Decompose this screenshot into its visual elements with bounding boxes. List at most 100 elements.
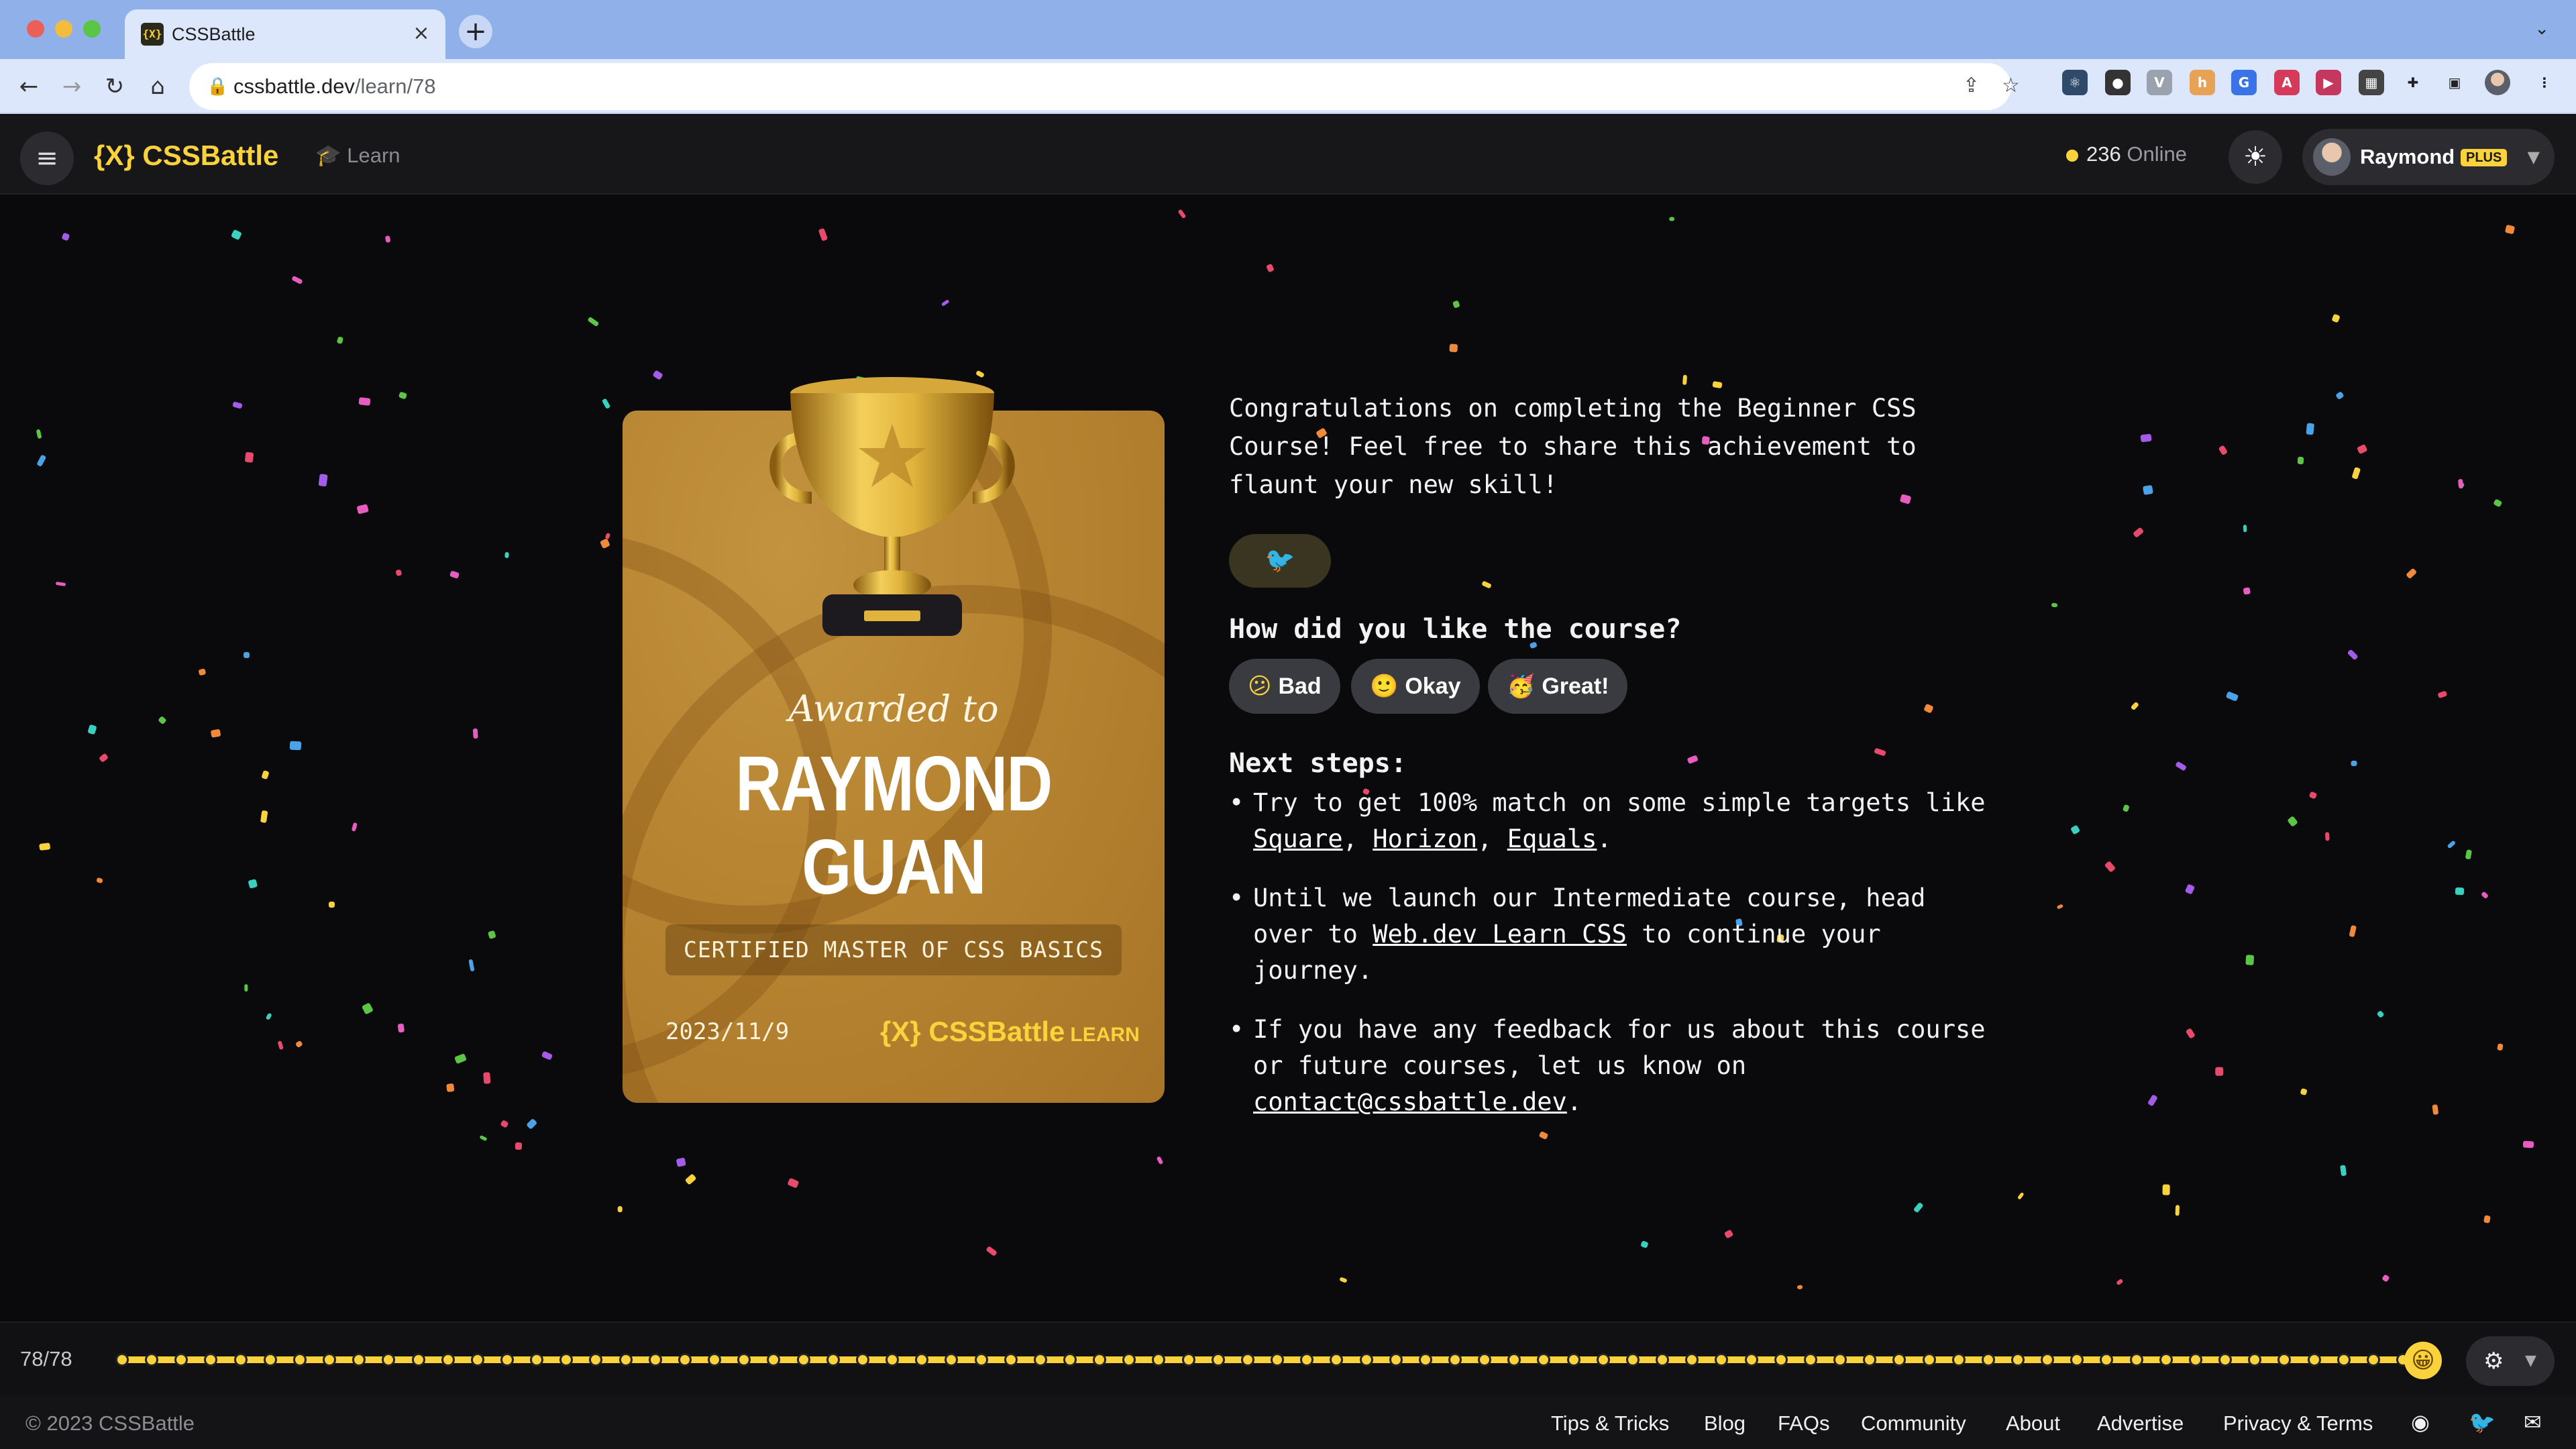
progress-step-dot[interactable]	[796, 1353, 810, 1366]
progress-step-dot[interactable]	[1803, 1353, 1817, 1366]
progress-step-dot[interactable]	[530, 1353, 544, 1366]
extension-player-icon[interactable]: ▶	[2316, 70, 2341, 95]
footer-link-faqs[interactable]: FAQs	[1778, 1410, 1830, 1437]
progress-step-dot[interactable]	[145, 1353, 159, 1366]
progress-step-dot[interactable]	[678, 1353, 692, 1366]
progress-step-dot[interactable]	[1566, 1353, 1580, 1366]
progress-step-dot[interactable]	[2366, 1353, 2380, 1366]
reload-icon[interactable]: ↻	[98, 70, 131, 103]
progress-step-dot[interactable]	[2277, 1353, 2292, 1366]
extension-pdf-icon[interactable]: A	[2274, 70, 2300, 95]
tab-close-icon[interactable]: ×	[409, 21, 433, 46]
progress-step-dot[interactable]	[1478, 1353, 1492, 1366]
link-horizon[interactable]: Horizon	[1373, 824, 1477, 853]
menu-icon[interactable]: ≡	[20, 131, 74, 185]
progress-step-dot[interactable]	[1625, 1353, 1640, 1366]
twitter-share-button[interactable]: 🐦	[1229, 534, 1331, 588]
footer-link-advertise[interactable]: Advertise	[2097, 1410, 2184, 1437]
link-web-dev-learn-css[interactable]: Web.dev Learn CSS	[1373, 920, 1627, 949]
extensions-puzzle-icon[interactable]: ✚	[2400, 70, 2426, 95]
progress-step-dot[interactable]	[1240, 1353, 1254, 1366]
new-tab-button[interactable]: +	[459, 15, 492, 48]
progress-step-dot[interactable]	[708, 1353, 722, 1366]
progress-step-dot[interactable]	[1359, 1353, 1373, 1366]
progress-step-dot[interactable]	[648, 1353, 662, 1366]
progress-step-dot[interactable]	[2218, 1353, 2233, 1366]
progress-step-dot[interactable]	[1418, 1353, 1432, 1366]
progress-step-dot[interactable]	[1300, 1353, 1314, 1366]
share-icon[interactable]: ⇪	[1963, 74, 1980, 98]
progress-step-dot[interactable]	[1951, 1353, 1966, 1366]
browser-tab[interactable]: {X} CSSBattle ×	[125, 9, 445, 59]
browser-menu-icon[interactable]: ⋮	[2532, 70, 2557, 95]
sun-icon[interactable]: ☀	[2229, 130, 2282, 184]
extension-grid-icon[interactable]: ▦	[2359, 70, 2384, 95]
window-close-button[interactable]	[27, 20, 44, 38]
progress-step-dot[interactable]	[1981, 1353, 1995, 1366]
progress-step-dot[interactable]	[470, 1353, 484, 1366]
footer-link-about[interactable]: About	[2006, 1410, 2060, 1437]
window-minimize-button[interactable]	[55, 20, 72, 38]
progress-step-dot[interactable]	[2129, 1353, 2143, 1366]
extension-honey-icon[interactable]: h	[2190, 70, 2215, 95]
extension-vue-icon[interactable]: V	[2147, 70, 2172, 95]
site-logo[interactable]: {X} CSSBattle	[94, 136, 278, 176]
extension-translate-icon[interactable]: G	[2231, 70, 2257, 95]
footer-link-blog[interactable]: Blog	[1704, 1410, 1746, 1437]
progress-step-dot[interactable]	[1448, 1353, 1462, 1366]
progress-step-dot[interactable]	[1033, 1353, 1047, 1366]
progress-step-dot[interactable]	[2100, 1353, 2114, 1366]
progress-step-dot[interactable]	[1685, 1353, 1699, 1366]
progress-step-dot[interactable]	[974, 1353, 988, 1366]
progress-step-dot[interactable]	[619, 1353, 633, 1366]
progress-step-dot[interactable]	[174, 1353, 189, 1366]
progress-step-dot[interactable]	[263, 1353, 277, 1366]
progress-step-dot[interactable]	[2159, 1353, 2173, 1366]
progress-step-dot[interactable]	[855, 1353, 869, 1366]
extension-react-icon[interactable]: ⚛	[2062, 70, 2088, 95]
progress-step-dot[interactable]	[826, 1353, 840, 1366]
progress-step-dot[interactable]	[737, 1353, 751, 1366]
progress-step-dot[interactable]	[885, 1353, 900, 1366]
progress-step-dot[interactable]	[1330, 1353, 1344, 1366]
back-arrow-icon[interactable]: ←	[12, 70, 46, 103]
progress-step-dot[interactable]	[2307, 1353, 2321, 1366]
progress-step-dot[interactable]	[1715, 1353, 1729, 1366]
progress-step-dot[interactable]	[1922, 1353, 1936, 1366]
progress-step-dot[interactable]	[1656, 1353, 1670, 1366]
progress-step-dot[interactable]	[233, 1353, 248, 1366]
progress-step-dot[interactable]	[1152, 1353, 1166, 1366]
rating-great-button[interactable]: 🥳 Great!	[1488, 659, 1628, 714]
progress-step-dot[interactable]	[323, 1353, 337, 1366]
progress-step-dot[interactable]	[1507, 1353, 1521, 1366]
progress-step-dot[interactable]	[1122, 1353, 1136, 1366]
tab-search-chevron-icon[interactable]: ⌄	[2534, 19, 2549, 39]
progress-step-dot[interactable]	[2041, 1353, 2055, 1366]
progress-step-dot[interactable]	[352, 1353, 366, 1366]
progress-step-dot[interactable]	[500, 1353, 515, 1366]
progress-step-dot[interactable]	[1744, 1353, 1758, 1366]
link-equals[interactable]: Equals	[1507, 824, 1597, 853]
progress-step-dot[interactable]	[2070, 1353, 2084, 1366]
progress-step-dot[interactable]	[204, 1353, 218, 1366]
progress-step-dot[interactable]	[1063, 1353, 1077, 1366]
progress-step-dot[interactable]	[441, 1353, 455, 1366]
footer-link-privacy[interactable]: Privacy & Terms	[2223, 1410, 2373, 1437]
progress-step-dot[interactable]	[767, 1353, 781, 1366]
progress-step-dot[interactable]	[915, 1353, 929, 1366]
progress-step-dot[interactable]	[292, 1353, 307, 1366]
progress-step-dot[interactable]	[559, 1353, 574, 1366]
footer-link-community[interactable]: Community	[1861, 1410, 1966, 1437]
rating-bad-button[interactable]: 😕 Bad	[1229, 659, 1340, 714]
window-zoom-button[interactable]	[83, 20, 101, 38]
progress-step-dot[interactable]	[382, 1353, 396, 1366]
progress-step-dot[interactable]	[589, 1353, 603, 1366]
progress-step-dot[interactable]	[1093, 1353, 1107, 1366]
learn-link[interactable]: 🎓 Learn	[315, 142, 400, 169]
footer-link-tips[interactable]: Tips & Tricks	[1551, 1410, 1669, 1437]
profile-avatar-icon[interactable]	[2485, 70, 2510, 95]
progress-step-dot[interactable]	[1211, 1353, 1225, 1366]
progress-step-dot[interactable]	[2188, 1353, 2202, 1366]
progress-step-dot[interactable]	[1004, 1353, 1018, 1366]
progress-step-dot[interactable]	[945, 1353, 959, 1366]
